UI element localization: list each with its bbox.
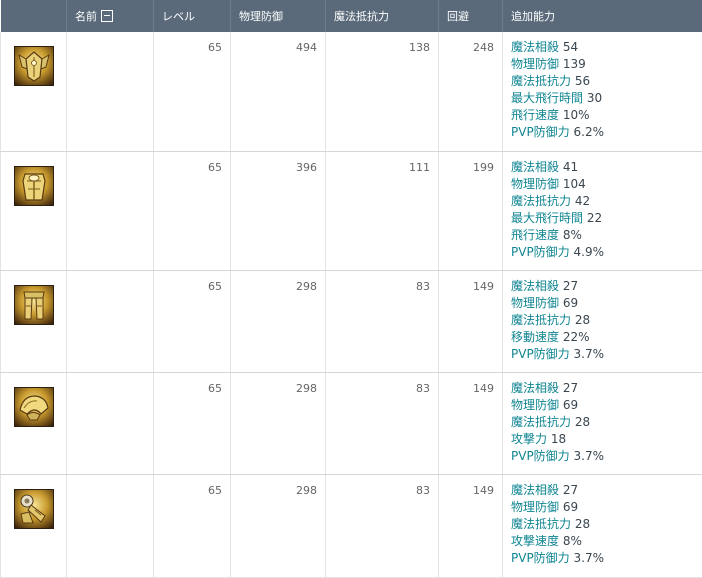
option-line: 最大飛行時間 30: [511, 90, 702, 107]
physical-def-cell: 298: [231, 270, 326, 372]
option-line: PVP防御力 4.9%: [511, 244, 702, 261]
icon-cell: [1, 270, 67, 372]
table-row: 65 298 83 149 魔法相殺 27 物理防御 69 魔法抵抗力 28 攻…: [1, 474, 702, 577]
magic-res-cell: 138: [326, 32, 439, 151]
option-line: 魔法相殺 54: [511, 39, 702, 56]
extra-abilities-cell: 魔法相殺 54 物理防御 139 魔法抵抗力 56 最大飛行時間 30 飛行速度…: [503, 32, 702, 151]
option-line: 魔法抵抗力 42: [511, 193, 702, 210]
equipment-table: 名前 レベル 物理防御 魔法抵抗力 回避 追加能力: [0, 0, 702, 578]
level-cell: 65: [154, 372, 231, 474]
physical-def-cell: 494: [231, 32, 326, 151]
option-line: 魔法抵抗力 28: [511, 312, 702, 329]
evasion-cell: 149: [439, 372, 503, 474]
extra-abilities-cell: 魔法相殺 27 物理防御 69 魔法抵抗力 28 攻撃速度 8% PVP防御力 …: [503, 474, 702, 577]
table-row: 65 298 83 149 魔法相殺 27 物理防御 69 魔法抵抗力 28 移…: [1, 270, 702, 372]
option-line: 最大飛行時間 22: [511, 210, 702, 227]
leg-guards-icon[interactable]: [14, 285, 54, 325]
header-physical-def[interactable]: 物理防御: [231, 0, 326, 32]
option-line: 魔法抵抗力 56: [511, 73, 702, 90]
magic-res-cell: 83: [326, 474, 439, 577]
option-line: 魔法相殺 27: [511, 482, 702, 499]
option-line: PVP防御力 3.7%: [511, 346, 702, 363]
header-extra: 追加能力: [503, 0, 702, 32]
physical-def-cell: 298: [231, 474, 326, 577]
level-cell: 65: [154, 151, 231, 270]
level-cell: 65: [154, 474, 231, 577]
level-cell: 65: [154, 32, 231, 151]
physical-def-cell: 298: [231, 372, 326, 474]
table-header-row: 名前 レベル 物理防御 魔法抵抗力 回避 追加能力: [1, 0, 702, 32]
option-line: 物理防御 69: [511, 295, 702, 312]
golden-cuirass-icon[interactable]: [14, 166, 54, 206]
icon-cell: [1, 474, 67, 577]
header-name[interactable]: 名前: [67, 0, 154, 32]
evasion-cell: 248: [439, 32, 503, 151]
option-line: 魔法抵抗力 28: [511, 414, 702, 431]
option-line: 魔法相殺 27: [511, 278, 702, 295]
option-line: 物理防御 69: [511, 499, 702, 516]
table-row: 65 396 111 199 魔法相殺 41 物理防御 104 魔法抵抗力 42…: [1, 151, 702, 270]
icon-cell: [1, 32, 67, 151]
pauldrons-icon[interactable]: [14, 387, 54, 427]
table-row: 65 298 83 149 魔法相殺 27 物理防御 69 魔法抵抗力 28 攻…: [1, 372, 702, 474]
option-line: 魔法抵抗力 28: [511, 516, 702, 533]
option-line: 飛行速度 8%: [511, 227, 702, 244]
header-magic-res[interactable]: 魔法抵抗力: [326, 0, 439, 32]
item-name-cell[interactable]: [67, 372, 154, 474]
extra-abilities-cell: 魔法相殺 27 物理防御 69 魔法抵抗力 28 攻撃力 18 PVP防御力 3…: [503, 372, 702, 474]
table-row: 65 494 138 248 魔法相殺 54 物理防御 139 魔法抵抗力 56…: [1, 32, 702, 151]
option-line: PVP防御力 3.7%: [511, 448, 702, 465]
item-name-cell[interactable]: [67, 32, 154, 151]
header-evasion[interactable]: 回避: [439, 0, 503, 32]
magic-res-cell: 111: [326, 151, 439, 270]
option-line: 魔法相殺 27: [511, 380, 702, 397]
evasion-cell: 199: [439, 151, 503, 270]
option-line: PVP防御力 3.7%: [511, 550, 702, 567]
evasion-cell: 149: [439, 474, 503, 577]
winged-helm-armor-icon[interactable]: [14, 46, 54, 86]
collapse-toggle-icon[interactable]: [101, 10, 113, 22]
header-icon-col: [1, 0, 67, 32]
option-line: 攻撃速度 8%: [511, 533, 702, 550]
evasion-cell: 149: [439, 270, 503, 372]
item-name-cell[interactable]: [67, 474, 154, 577]
level-cell: 65: [154, 270, 231, 372]
magic-res-cell: 83: [326, 270, 439, 372]
option-line: PVP防御力 6.2%: [511, 124, 702, 141]
magic-res-cell: 83: [326, 372, 439, 474]
option-line: 物理防御 69: [511, 397, 702, 414]
icon-cell: [1, 372, 67, 474]
header-name-label: 名前: [75, 10, 97, 23]
option-line: 移動速度 22%: [511, 329, 702, 346]
option-line: 魔法相殺 41: [511, 159, 702, 176]
extra-abilities-cell: 魔法相殺 41 物理防御 104 魔法抵抗力 42 最大飛行時間 22 飛行速度…: [503, 151, 702, 270]
icon-cell: [1, 151, 67, 270]
option-line: 飛行速度 10%: [511, 107, 702, 124]
option-line: 攻撃力 18: [511, 431, 702, 448]
physical-def-cell: 396: [231, 151, 326, 270]
item-name-cell[interactable]: [67, 270, 154, 372]
item-name-cell[interactable]: [67, 151, 154, 270]
extra-abilities-cell: 魔法相殺 27 物理防御 69 魔法抵抗力 28 移動速度 22% PVP防御力…: [503, 270, 702, 372]
gauntlets-icon[interactable]: [14, 489, 54, 529]
option-line: 物理防御 104: [511, 176, 702, 193]
option-line: 物理防御 139: [511, 56, 702, 73]
header-level[interactable]: レベル: [154, 0, 231, 32]
